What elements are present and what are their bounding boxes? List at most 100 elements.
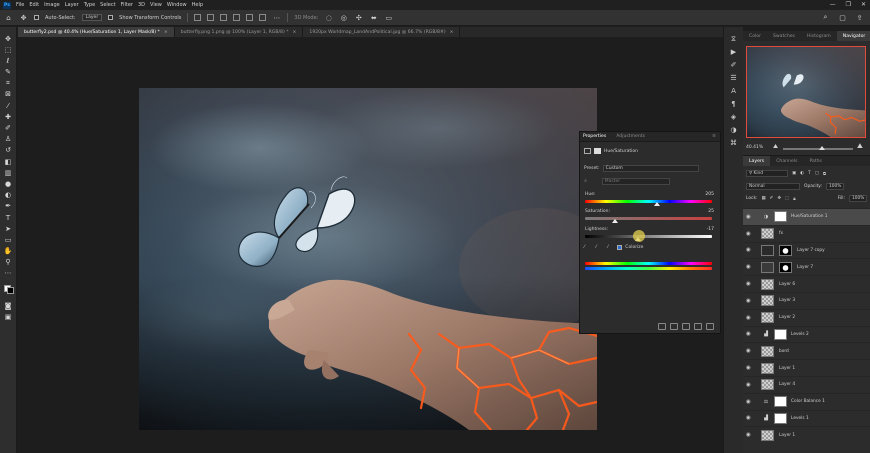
menu-image[interactable]: Image [44, 2, 60, 8]
layer-thumbnail[interactable] [761, 295, 774, 307]
background-color-swatch[interactable] [6, 287, 14, 295]
document-canvas[interactable] [139, 88, 597, 430]
properties-panel-icon[interactable]: ☰ [729, 74, 738, 82]
layer-mask-thumbnail[interactable] [774, 211, 787, 223]
blend-mode-dropdown[interactable]: Normal [746, 183, 800, 190]
actions-panel-icon[interactable]: ▶ [729, 48, 738, 56]
layer-thumbnail[interactable] [761, 362, 774, 374]
visibility-eye-icon[interactable]: ◉ [746, 298, 753, 304]
type-icon[interactable]: T [3, 214, 13, 222]
move-icon[interactable]: ✥ [3, 35, 13, 43]
visibility-eye-icon[interactable]: ◉ [746, 399, 753, 405]
close-tab-icon[interactable]: × [293, 30, 297, 35]
lock-position-icon[interactable]: ✥ [777, 196, 781, 201]
reset-icon[interactable] [682, 323, 690, 330]
align-right-icon[interactable] [220, 14, 228, 21]
quick-select-icon[interactable]: ✎ [3, 69, 13, 77]
search-icon[interactable]: ⌕ [821, 13, 830, 22]
align-middle-icon[interactable] [246, 14, 254, 21]
document-tab[interactable]: butterfly2.psd @ 40.4% (Hue/Saturation 1… [18, 27, 175, 37]
visibility-eye-icon[interactable]: ◉ [746, 247, 753, 253]
clip-to-layer-icon[interactable] [658, 323, 666, 330]
layer-row[interactable]: ◉ Layer 7 [743, 258, 870, 275]
layer-thumbnail[interactable] [761, 261, 774, 273]
layer-row[interactable]: ◉ ▟ Levels 1 [743, 409, 870, 427]
history-brush-icon[interactable]: ↺ [3, 147, 13, 155]
gradient-icon[interactable]: ▥ [3, 169, 13, 177]
hand-icon[interactable]: ✋ [3, 248, 13, 256]
align-left-icon[interactable] [194, 14, 202, 21]
menu-edit[interactable]: Edit [29, 2, 39, 8]
layer-mask-thumbnail[interactable] [774, 328, 787, 340]
visibility-eye-icon[interactable]: ◉ [746, 382, 753, 388]
delete-icon[interactable] [706, 323, 714, 330]
document-tab[interactable]: butterfly.png 1.png @ 100% (Layer 1, RGB… [174, 27, 304, 37]
filter-type-icon[interactable]: T [808, 171, 811, 176]
layer-row[interactable]: ◉ fx [743, 224, 870, 242]
lock-all-icon[interactable]: 🔒︎ [793, 196, 795, 202]
filter-adjustment-icon[interactable]: ◐ [800, 171, 804, 176]
visibility-eye-icon[interactable]: ◉ [746, 231, 753, 237]
menu-file[interactable]: File [16, 2, 24, 8]
clone-stamp-icon[interactable]: ♙ [3, 136, 13, 144]
menu-layer[interactable]: Layer [65, 2, 79, 8]
layer-mask-icon[interactable] [594, 148, 601, 154]
tab-paths[interactable]: Paths [803, 156, 828, 166]
opacity-input[interactable]: 100% [826, 183, 845, 190]
auto-select-checkbox[interactable] [34, 15, 39, 20]
lock-artboard-icon[interactable]: ⬚ [785, 196, 789, 201]
eyedropper-icon[interactable]: ⁄ [3, 102, 13, 110]
quick-mask-icon[interactable]: ◙ [3, 302, 13, 310]
eraser-icon[interactable]: ◧ [3, 158, 13, 166]
home-icon[interactable]: ⌂ [4, 13, 13, 22]
layer-row[interactable]: ◉ Layer 4 [743, 375, 870, 393]
lasso-icon[interactable]: ℓ [3, 57, 13, 65]
preset-dropdown[interactable]: Custom [602, 165, 699, 172]
zoom-out-icon[interactable]: ⛰ [773, 143, 778, 151]
saturation-slider[interactable] [585, 217, 712, 220]
visibility-eye-icon[interactable]: ◉ [746, 264, 753, 270]
path-select-icon[interactable]: ➤ [3, 225, 13, 233]
visibility-eye-icon[interactable]: ◉ [746, 415, 753, 421]
menu-filter[interactable]: Filter [121, 2, 133, 8]
dodge-icon[interactable]: ◐ [3, 192, 13, 200]
menu-select[interactable]: Select [100, 2, 115, 8]
workspace-icon[interactable]: ▢ [838, 13, 847, 22]
lightness-slider[interactable] [585, 235, 712, 238]
menu-window[interactable]: Window [167, 2, 187, 8]
orbit-3d-icon[interactable]: ◌ [324, 13, 333, 22]
hue-slider[interactable] [585, 200, 712, 203]
character-panel-icon[interactable]: A [729, 87, 738, 95]
close-tab-icon[interactable]: × [450, 30, 454, 35]
rectangle-icon[interactable]: ▭ [3, 236, 13, 244]
eyedropper-minus-icon[interactable]: ⁄ [608, 245, 609, 250]
visibility-icon[interactable] [694, 323, 702, 330]
layer-thumbnail[interactable] [761, 278, 774, 290]
layer-thumbnail[interactable] [761, 429, 774, 441]
move-tool-icon[interactable]: ✥ [19, 13, 28, 22]
roll-3d-icon[interactable]: ◎ [339, 13, 348, 22]
visibility-eye-icon[interactable]: ◉ [746, 331, 753, 337]
more-tools-icon[interactable]: ⋯ [3, 270, 13, 278]
hue-value[interactable]: 205 [705, 192, 714, 197]
menu-type[interactable]: Type [84, 2, 95, 8]
frame-icon[interactable]: ⊠ [3, 91, 13, 99]
adjustments-panel-icon[interactable]: ◑ [729, 126, 738, 134]
layer-row[interactable]: ◉ bord [743, 342, 870, 359]
layer-mask-thumbnail[interactable] [774, 412, 787, 424]
zoom-in-icon[interactable]: ⛰ [857, 142, 863, 151]
3d-panel-icon[interactable]: ◈ [729, 113, 738, 121]
target-adjust-icon[interactable]: ☝ [584, 179, 587, 184]
paragraph-panel-icon[interactable]: ¶ [729, 100, 738, 108]
blur-icon[interactable]: ● [3, 180, 13, 188]
saturation-slider-thumb[interactable] [612, 219, 619, 223]
pen-icon[interactable]: ✒ [3, 203, 13, 211]
layer-thumbnail[interactable] [761, 345, 774, 357]
history-panel-icon[interactable]: ⧖ [729, 35, 738, 43]
align-top-icon[interactable] [233, 14, 241, 21]
layer-mask-thumbnail[interactable] [779, 244, 792, 256]
maximize-button[interactable]: ❐ [846, 1, 851, 8]
layer-filter-kind-dropdown[interactable]: ⚲ Kind [746, 170, 788, 177]
zoom-slider-thumb[interactable] [818, 146, 825, 150]
minimize-button[interactable]: — [830, 1, 836, 8]
